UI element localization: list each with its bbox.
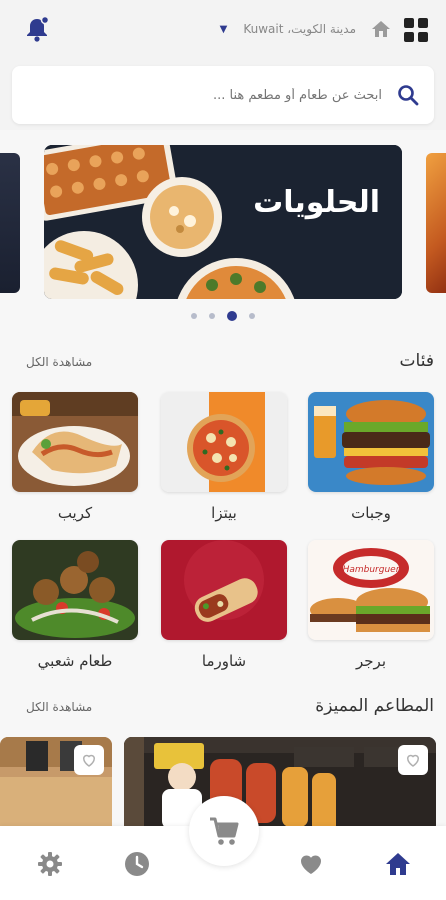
app-screen: مدينة الكويت، Kuwait ▼ ابحث عن طعام أو م… <box>0 0 446 900</box>
banner-title: الحلويات <box>253 185 380 220</box>
featured-see-all-link[interactable]: مشاهدة الكل <box>26 700 92 714</box>
restaurant-card[interactable] <box>124 737 436 833</box>
heart-outline-icon <box>82 754 96 767</box>
heart-outline-icon <box>406 754 420 767</box>
home-nav-icon[interactable] <box>384 850 412 878</box>
clock-history-icon[interactable] <box>123 850 151 878</box>
carousel-dot[interactable] <box>209 313 215 319</box>
featured-restaurants-header: المطاعم المميزة مشاهدة الكل <box>0 696 446 726</box>
settings-gear-icon[interactable] <box>36 850 64 878</box>
carousel-prev-card[interactable] <box>0 153 20 293</box>
category-shawarma[interactable]: شاورما <box>161 540 287 670</box>
carousel-dots <box>0 311 446 321</box>
category-popular-food[interactable]: طعام شعبي <box>12 540 138 670</box>
restaurant-image <box>124 737 436 833</box>
home-icon[interactable] <box>370 18 392 40</box>
category-label: وجبات <box>351 504 391 522</box>
sweets-banner[interactable]: الحلويات <box>44 145 402 299</box>
category-crepe-image <box>12 392 138 492</box>
category-meals[interactable]: وجبات <box>308 392 434 522</box>
location-selector[interactable]: مدينة الكويت، Kuwait ▼ <box>220 22 356 36</box>
category-label: طعام شعبي <box>37 652 113 670</box>
notification-bell-icon[interactable] <box>22 14 52 44</box>
category-meals-image <box>308 392 434 492</box>
search-input[interactable] <box>42 66 382 124</box>
top-bar: مدينة الكويت، Kuwait ▼ <box>0 0 446 130</box>
category-burger[interactable]: Hamburguer برجر <box>308 540 434 670</box>
categories-header: فئات مشاهدة الكل <box>0 351 446 381</box>
category-label: شاورما <box>201 652 247 670</box>
category-crepe[interactable]: كريب <box>12 392 138 522</box>
shopping-cart-icon <box>210 817 239 845</box>
svg-text:Hamburguer: Hamburguer <box>343 565 401 575</box>
search-bar[interactable] <box>12 66 434 124</box>
favorite-button[interactable] <box>74 745 104 775</box>
category-pizza[interactable]: بيتزا <box>161 392 287 522</box>
sweets-banner-image <box>44 145 402 299</box>
categories-see-all-link[interactable]: مشاهدة الكل <box>26 355 92 369</box>
restaurant-card[interactable] <box>0 737 112 833</box>
carousel-dot[interactable] <box>191 313 197 319</box>
grid-menu-icon[interactable] <box>404 18 428 42</box>
categories-title: فئات <box>399 351 434 371</box>
favorite-button[interactable] <box>398 745 428 775</box>
category-label: بيتزا <box>211 504 237 522</box>
category-burger-image: Hamburguer <box>308 540 434 640</box>
location-text: مدينة الكويت، Kuwait <box>243 22 356 36</box>
category-shawarma-image <box>161 540 287 640</box>
category-pizza-image <box>161 392 287 492</box>
featured-restaurants-title: المطاعم المميزة <box>315 696 434 716</box>
carousel-dot[interactable] <box>249 313 255 319</box>
promo-carousel[interactable]: الحلويات <box>0 145 446 305</box>
carousel-dot-active[interactable] <box>227 311 237 321</box>
category-label: كريب <box>57 504 93 522</box>
caret-down-icon: ▼ <box>219 23 228 35</box>
carousel-next-card[interactable] <box>426 153 446 293</box>
cart-button[interactable] <box>189 796 259 866</box>
heart-favorites-icon[interactable] <box>297 850 325 878</box>
search-icon[interactable] <box>396 83 420 107</box>
category-popular-food-image <box>12 540 138 640</box>
category-label: برجر <box>356 652 386 670</box>
